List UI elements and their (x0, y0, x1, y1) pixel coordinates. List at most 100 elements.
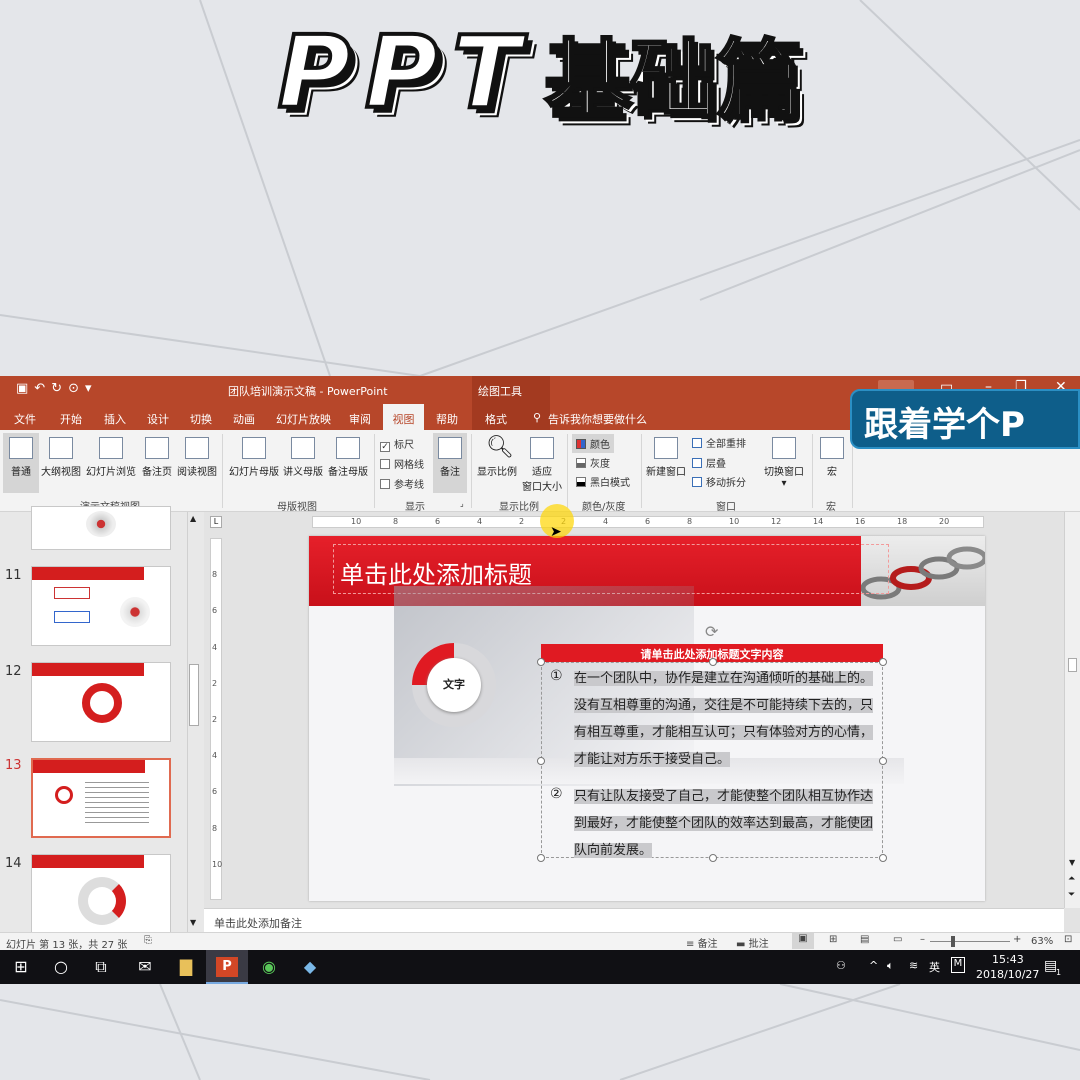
normal-view-button[interactable]: 普通 (3, 433, 39, 493)
scrollbar-thumb[interactable] (189, 664, 199, 726)
fit-to-window-button[interactable]: 适应 窗口大小 (520, 437, 564, 493)
dialog-launcher-icon[interactable]: ⌟ (460, 499, 464, 508)
zoom-slider[interactable] (930, 941, 1010, 942)
ruler-checkbox[interactable]: ✓ 标尺 (380, 436, 414, 452)
tab-animations[interactable]: 动画 (233, 411, 255, 427)
notification-count: 1 (1056, 968, 1062, 977)
app-icon-blue[interactable]: ◆ (299, 956, 321, 978)
tab-home[interactable]: 开始 (60, 411, 82, 427)
tab-view[interactable]: 视图 (383, 404, 424, 430)
vertical-ruler[interactable]: 8 6 4 2 2 4 6 8 10 (210, 538, 222, 900)
thumbnail-scrollbar[interactable]: ▲ ▼ (187, 512, 200, 932)
handout-master-button[interactable]: 讲义母版 (281, 437, 325, 478)
input-language[interactable]: 英 (929, 959, 940, 975)
scrollbar-thumb[interactable] (1068, 658, 1077, 672)
customize-qat-icon[interactable]: ▾ (85, 381, 98, 396)
outline-view-button[interactable]: 大纲视图 (40, 437, 82, 478)
move-split-button[interactable]: 移动拆分 (692, 474, 746, 489)
slideshow-status-icon[interactable]: ▭ (893, 934, 902, 945)
resize-handle[interactable] (879, 658, 887, 666)
powerpoint-taskbar-button[interactable]: P (206, 950, 248, 984)
resize-handle[interactable] (537, 658, 545, 666)
slide-thumbnail-14[interactable] (31, 854, 171, 934)
slide-thumbnail-10[interactable] (31, 506, 171, 550)
tab-help[interactable]: 帮助 (436, 411, 458, 427)
tab-transitions[interactable]: 切换 (190, 411, 212, 427)
windows-start-icon[interactable]: ⊞ (10, 956, 32, 978)
mail-icon[interactable]: ✉ (134, 956, 156, 978)
comments-status-button[interactable]: ▬ 批注 (736, 935, 769, 950)
notes-master-button[interactable]: 备注母版 (325, 437, 371, 478)
zoom-button[interactable]: 🔍︎ 显示比例 (474, 435, 520, 478)
task-view-icon[interactable]: ⧉ (90, 956, 112, 978)
horizontal-ruler[interactable]: 1086422468101214161820 (312, 516, 984, 528)
slide-canvas[interactable]: 单击此处添加标题 文字 ⟳ 请单击此处添加标题文字内容 ① 在一个团队中，协作是… (309, 536, 985, 901)
tab-insert[interactable]: 插入 (104, 411, 126, 427)
redo-icon[interactable]: ↻ (51, 381, 68, 396)
resize-handle[interactable] (879, 854, 887, 862)
slide-thumbnail-13[interactable] (31, 758, 171, 838)
save-icon[interactable]: ▣ (16, 381, 34, 396)
switch-window-button[interactable]: 切换窗口 ▾ (760, 437, 808, 489)
zoom-out-icon[interactable]: – (920, 934, 925, 945)
next-slide-icon[interactable]: ⏷ (1068, 890, 1075, 900)
tab-file[interactable]: 文件 (14, 411, 36, 427)
notes-pane[interactable]: 单击此处添加备注 (204, 908, 1064, 932)
tab-selector[interactable]: L (210, 516, 222, 528)
rotate-handle-icon[interactable]: ⟳ (705, 622, 718, 641)
normal-view-status-icon[interactable]: ▣ (792, 933, 814, 949)
clock-time[interactable]: 15:43 (992, 953, 1024, 966)
reading-view-status-icon[interactable]: ▤ (860, 934, 869, 945)
scroll-up-icon[interactable]: ▲ (190, 514, 196, 523)
fit-slide-icon[interactable]: ⊡ (1064, 934, 1072, 945)
clock-date[interactable]: 2018/10/27 (976, 968, 1039, 981)
spelling-icon[interactable]: ⎘ (144, 935, 152, 946)
undo-icon[interactable]: ↶ (34, 381, 51, 396)
content-textbox[interactable]: ① 在一个团队中，协作是建立在沟通倾听的基础上的。没有互相尊重的沟通，交往是不可… (537, 658, 887, 862)
resize-handle[interactable] (709, 854, 717, 862)
resize-handle[interactable] (879, 757, 887, 765)
scroll-down-icon[interactable]: ▼ (190, 918, 196, 927)
tab-slideshow[interactable]: 幻灯片放映 (276, 411, 331, 427)
slide-master-button[interactable]: 幻灯片母版 (227, 437, 281, 478)
notes-page-button[interactable]: 备注页 (139, 437, 175, 478)
resize-handle[interactable] (709, 658, 717, 666)
tab-review[interactable]: 审阅 (349, 411, 371, 427)
resize-handle[interactable] (537, 757, 545, 765)
new-window-button[interactable]: 新建窗口 (644, 437, 688, 478)
previous-slide-icon[interactable]: ⏶ (1068, 874, 1075, 884)
color-mode-button[interactable]: 颜色 (572, 434, 614, 453)
tab-design[interactable]: 设计 (147, 411, 169, 427)
notes-toggle-button[interactable]: 备注 (433, 433, 467, 493)
zoom-in-icon[interactable]: + (1013, 934, 1021, 945)
cascade-button[interactable]: 层叠 (692, 455, 726, 470)
app-icon-green[interactable]: ◉ (258, 956, 280, 978)
gridlines-checkbox[interactable]: 网格线 (380, 456, 424, 471)
grayscale-mode-button[interactable]: 灰度 (576, 455, 610, 470)
slide-sorter-button[interactable]: 幻灯片浏览 (84, 437, 138, 478)
slide-thumbnail-11[interactable] (31, 566, 171, 646)
zoom-slider-thumb[interactable] (951, 936, 955, 947)
editor-scrollbar[interactable]: ▼ ⏶ ⏷ (1064, 512, 1080, 908)
ime-mode-icon[interactable]: M (951, 957, 965, 973)
notes-status-button[interactable]: ≡ 备注 (686, 935, 718, 950)
guides-checkbox[interactable]: 参考线 (380, 476, 424, 491)
volume-icon[interactable]: 🔈︎ (887, 959, 894, 973)
resize-handle[interactable] (537, 854, 545, 862)
item-number: ① (550, 668, 563, 684)
zoom-level[interactable]: 63% (1031, 936, 1053, 947)
scroll-down-icon[interactable]: ▼ (1069, 858, 1075, 867)
network-icon[interactable]: ≋ (909, 959, 918, 972)
arrange-all-button[interactable]: 全部重排 (692, 435, 746, 450)
reading-view-button[interactable]: 阅读视图 (175, 437, 219, 478)
macros-button[interactable]: 宏 (816, 437, 848, 478)
search-circle-icon[interactable]: ○ (50, 956, 72, 978)
black-white-mode-button[interactable]: 黑白模式 (576, 474, 630, 489)
slide-thumbnail-12[interactable] (31, 662, 171, 742)
sorter-view-status-icon[interactable]: ⊞ (829, 934, 837, 945)
tray-expand-icon[interactable]: ^ (869, 959, 878, 972)
file-explorer-icon[interactable]: ▇ (175, 956, 197, 978)
people-icon[interactable]: ⚇ (836, 959, 846, 972)
present-icon[interactable]: ⊙ (68, 381, 85, 396)
tell-me-search[interactable]: 告诉我你想要做什么 (548, 411, 647, 427)
